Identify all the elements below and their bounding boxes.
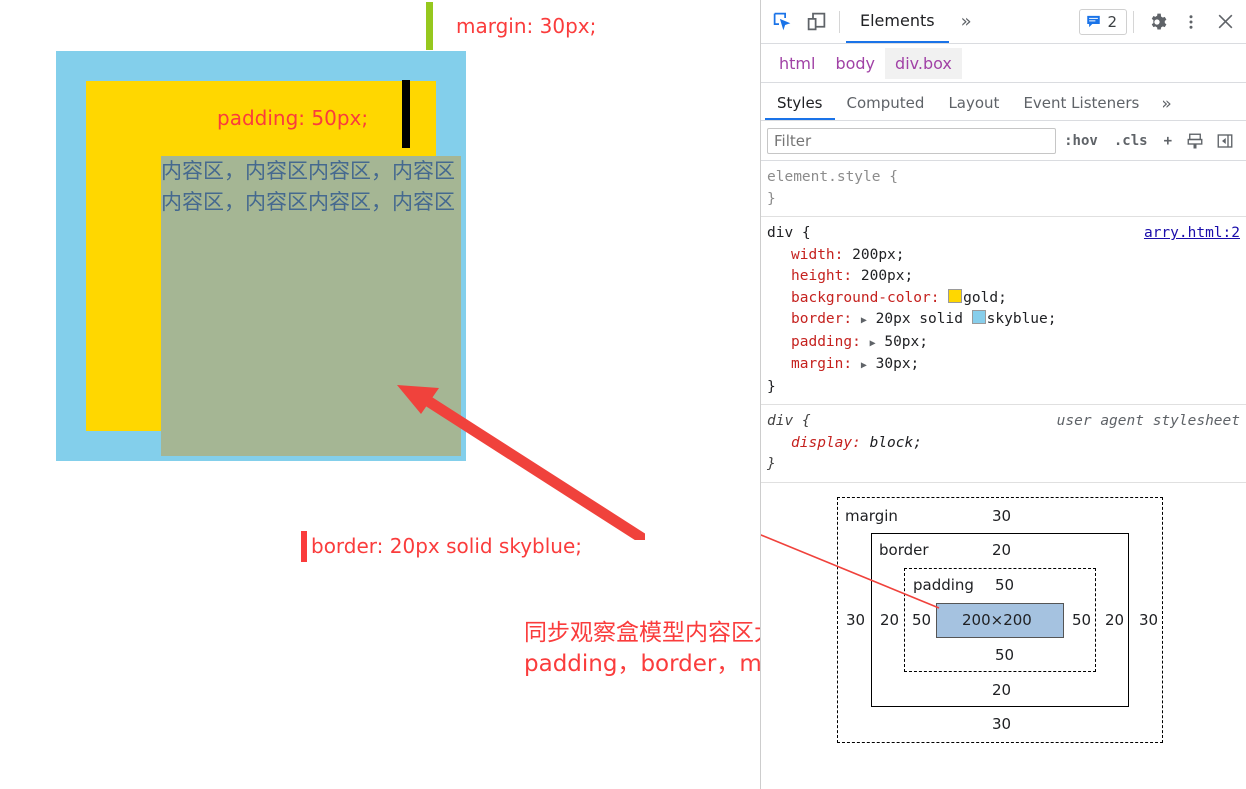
- tab-layout[interactable]: Layout: [936, 94, 1011, 120]
- close-icon[interactable]: [1208, 5, 1242, 39]
- rule-origin-label: user agent stylesheet: [1056, 413, 1240, 429]
- box-model-diagram[interactable]: margin border padding 30 30 30 30 20 20 …: [761, 483, 1246, 751]
- box-model-border-right-value[interactable]: 20: [1105, 611, 1124, 629]
- rule-div-user-agent[interactable]: user agent stylesheet div { display: blo…: [761, 405, 1246, 483]
- padding-annotation-label: padding: 50px;: [217, 106, 369, 130]
- border-annotation-label: border: 20px solid skyblue;: [311, 534, 583, 558]
- cls-button[interactable]: .cls: [1106, 133, 1156, 149]
- box-model-margin-bottom-value[interactable]: 30: [992, 715, 1011, 733]
- toolbar-divider: [839, 10, 840, 33]
- console-message-badge[interactable]: 2: [1079, 8, 1127, 35]
- box-model-padding-right-value[interactable]: 50: [1072, 611, 1091, 629]
- more-options-icon[interactable]: [1174, 5, 1208, 39]
- box-model-padding-label: padding: [913, 575, 974, 594]
- rule-close-brace: }: [767, 456, 776, 472]
- box-model-border-bottom-value[interactable]: 20: [992, 681, 1011, 699]
- styles-rules-list: element.style { } arry.html:2 div { widt…: [761, 161, 1246, 483]
- box-model-border-left-value[interactable]: 20: [880, 611, 899, 629]
- more-style-tabs-icon[interactable]: »: [1151, 94, 1181, 120]
- tab-elements[interactable]: Elements: [846, 0, 949, 43]
- declaration-height[interactable]: height: 200px;: [767, 266, 1246, 288]
- box-model-padding-left-value[interactable]: 50: [912, 611, 931, 629]
- devtools-panel: Elements » 2 html body div.box Styles Co…: [760, 0, 1246, 789]
- padding-indicator-bar: [402, 80, 410, 148]
- styles-filter-row: :hov .cls +: [761, 121, 1246, 161]
- new-style-rule-icon[interactable]: [1180, 128, 1210, 154]
- color-swatch-gold[interactable]: [948, 288, 963, 303]
- declaration-margin[interactable]: margin: ▶ 30px;: [767, 354, 1246, 377]
- screenshot-root: 内容区，内容区内容区，内容区内容区，内容区内容区，内容区 margin: 30p…: [0, 0, 1246, 789]
- color-swatch-skyblue[interactable]: [971, 310, 986, 324]
- breadcrumb-item-html[interactable]: html: [769, 48, 825, 79]
- breadcrumb-item-body[interactable]: body: [825, 48, 885, 79]
- tab-event-listeners[interactable]: Event Listeners: [1011, 94, 1151, 120]
- device-toolbar-icon[interactable]: [799, 5, 833, 39]
- new-rule-button[interactable]: +: [1156, 133, 1180, 149]
- toggle-sidebar-icon[interactable]: [1210, 128, 1240, 154]
- declaration-width[interactable]: width: 200px;: [767, 245, 1246, 267]
- expand-arrow-icon[interactable]: ▶: [861, 315, 867, 326]
- box-model-padding-bottom-value[interactable]: 50: [995, 646, 1014, 664]
- box-model-content-size[interactable]: 200×200: [962, 611, 1032, 629]
- rule-selector: element.style {: [767, 169, 898, 185]
- box-model-margin-right-value[interactable]: 30: [1139, 611, 1158, 629]
- chinese-annotation-line2: padding，border，margin: [524, 651, 760, 677]
- declaration-padding[interactable]: padding: ▶ 50px;: [767, 332, 1246, 355]
- box-model-margin-label: margin: [845, 506, 898, 525]
- chinese-annotation-line1: 同步观察盒模型内容区大小: [524, 620, 760, 646]
- expand-arrow-icon[interactable]: ▶: [861, 360, 867, 371]
- box-model-margin-left-value[interactable]: 30: [846, 611, 865, 629]
- devtools-toolbar-right: 2: [1079, 5, 1242, 39]
- toolbar-divider-2: [1133, 10, 1134, 33]
- box-model-margin-top-value[interactable]: 30: [992, 507, 1011, 525]
- rule-div-author[interactable]: arry.html:2 div { width: 200px; height: …: [761, 217, 1246, 405]
- margin-annotation-label: margin: 30px;: [456, 14, 597, 38]
- console-message-count: 2: [1107, 12, 1117, 31]
- box-model-padding-top-value[interactable]: 50: [995, 576, 1014, 594]
- rule-close-brace: }: [767, 190, 776, 207]
- border-indicator-bar: [301, 531, 307, 562]
- expand-arrow-icon[interactable]: ▶: [870, 338, 876, 349]
- box-model-border-label: border: [879, 540, 929, 559]
- chinese-annotation: 同步观察盒模型内容区大小 padding，border，margin: [524, 618, 760, 680]
- rule-element-style[interactable]: element.style { }: [761, 161, 1246, 217]
- gear-icon[interactable]: [1140, 5, 1174, 39]
- tab-styles[interactable]: Styles: [765, 94, 835, 120]
- filter-input[interactable]: [767, 127, 1057, 154]
- breadcrumb-item-div-box[interactable]: div.box: [885, 47, 962, 79]
- devtools-toolbar: Elements » 2: [761, 0, 1246, 44]
- declaration-background-color[interactable]: background-color: gold;: [767, 288, 1246, 310]
- message-icon: [1087, 15, 1101, 28]
- tab-computed[interactable]: Computed: [835, 94, 937, 120]
- rendered-page: 内容区，内容区内容区，内容区内容区，内容区内容区，内容区 margin: 30p…: [0, 0, 760, 789]
- declaration-display[interactable]: display: block;: [767, 433, 1246, 455]
- rule-close-brace: }: [767, 378, 776, 395]
- breadcrumb: html body div.box: [761, 44, 1246, 83]
- demo-box-content: 内容区，内容区内容区，内容区内容区，内容区内容区，内容区: [161, 156, 461, 456]
- margin-indicator-bar: [426, 2, 433, 50]
- more-panels-icon[interactable]: »: [949, 11, 984, 32]
- styles-tabbar: Styles Computed Layout Event Listeners »: [761, 83, 1246, 121]
- rule-source-link: arry.html:2: [1143, 225, 1240, 241]
- hov-button[interactable]: :hov: [1056, 133, 1106, 149]
- declaration-border[interactable]: border: ▶ 20px solid skyblue;: [767, 309, 1246, 332]
- box-model-border-top-value[interactable]: 20: [992, 541, 1011, 559]
- inspect-element-icon[interactable]: [765, 5, 799, 39]
